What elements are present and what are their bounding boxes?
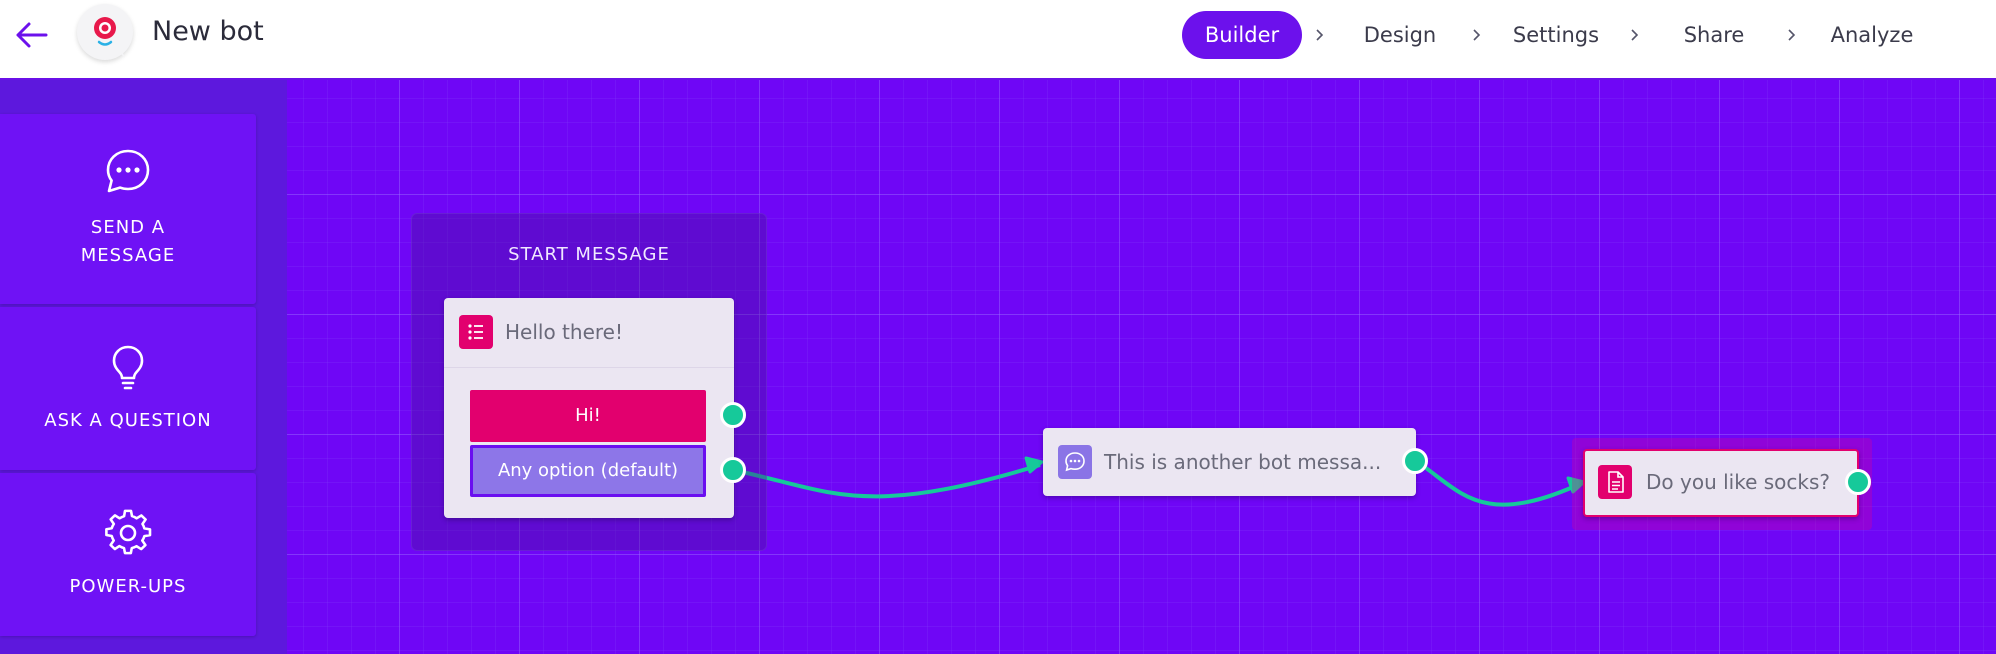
top-bar: New bot Builder Design Settings Share An…: [0, 0, 1996, 80]
tool-ask-question-label: ASK A QUESTION: [44, 410, 212, 431]
option-hi-button[interactable]: Hi!: [470, 390, 706, 442]
tool-sidebar: SEND A MESSAGE ASK A QUESTION POWER-UPS: [0, 80, 287, 654]
chat-bubble-icon: [1058, 445, 1092, 479]
chat-bubble-icon: [106, 149, 150, 193]
step-share[interactable]: Share: [1670, 11, 1758, 59]
tool-ask-question[interactable]: ASK A QUESTION: [0, 307, 256, 470]
chevron-right-icon: [1316, 29, 1324, 41]
step-design[interactable]: Design: [1345, 11, 1455, 59]
document-icon: [1598, 465, 1632, 499]
list-icon: [459, 315, 493, 349]
start-message-title: START MESSAGE: [508, 244, 670, 265]
output-port[interactable]: [720, 457, 746, 483]
bot-message-text: This is another bot messa...: [1104, 450, 1382, 474]
output-port[interactable]: [720, 402, 746, 428]
step-settings[interactable]: Settings: [1500, 11, 1612, 59]
chevron-right-icon: [1631, 29, 1639, 41]
tool-send-message[interactable]: SEND A MESSAGE: [0, 114, 256, 304]
bot-logo-icon: [94, 17, 125, 58]
tool-power-ups-label: POWER-UPS: [69, 576, 187, 597]
tool-send-message-label-1: SEND A: [90, 217, 166, 238]
back-arrow-icon[interactable]: [14, 20, 48, 50]
step-builder[interactable]: Builder: [1182, 11, 1302, 59]
output-port[interactable]: [1402, 448, 1428, 474]
tool-power-ups[interactable]: POWER-UPS: [0, 473, 256, 636]
chevron-right-icon: [1473, 29, 1481, 41]
option-default-button[interactable]: Any option (default): [470, 445, 706, 497]
tool-send-message-label-2: MESSAGE: [80, 245, 176, 266]
card-divider: [444, 367, 734, 368]
bot-avatar[interactable]: [77, 4, 133, 60]
bot-title: New bot: [152, 16, 264, 47]
lightbulb-icon: [112, 345, 144, 390]
step-analyze[interactable]: Analyze: [1823, 11, 1921, 59]
gear-icon: [105, 509, 152, 555]
question-text: Do you like socks?: [1646, 470, 1831, 494]
start-message-text: Hello there!: [505, 320, 623, 344]
chevron-right-icon: [1788, 29, 1796, 41]
output-port[interactable]: [1845, 469, 1871, 495]
